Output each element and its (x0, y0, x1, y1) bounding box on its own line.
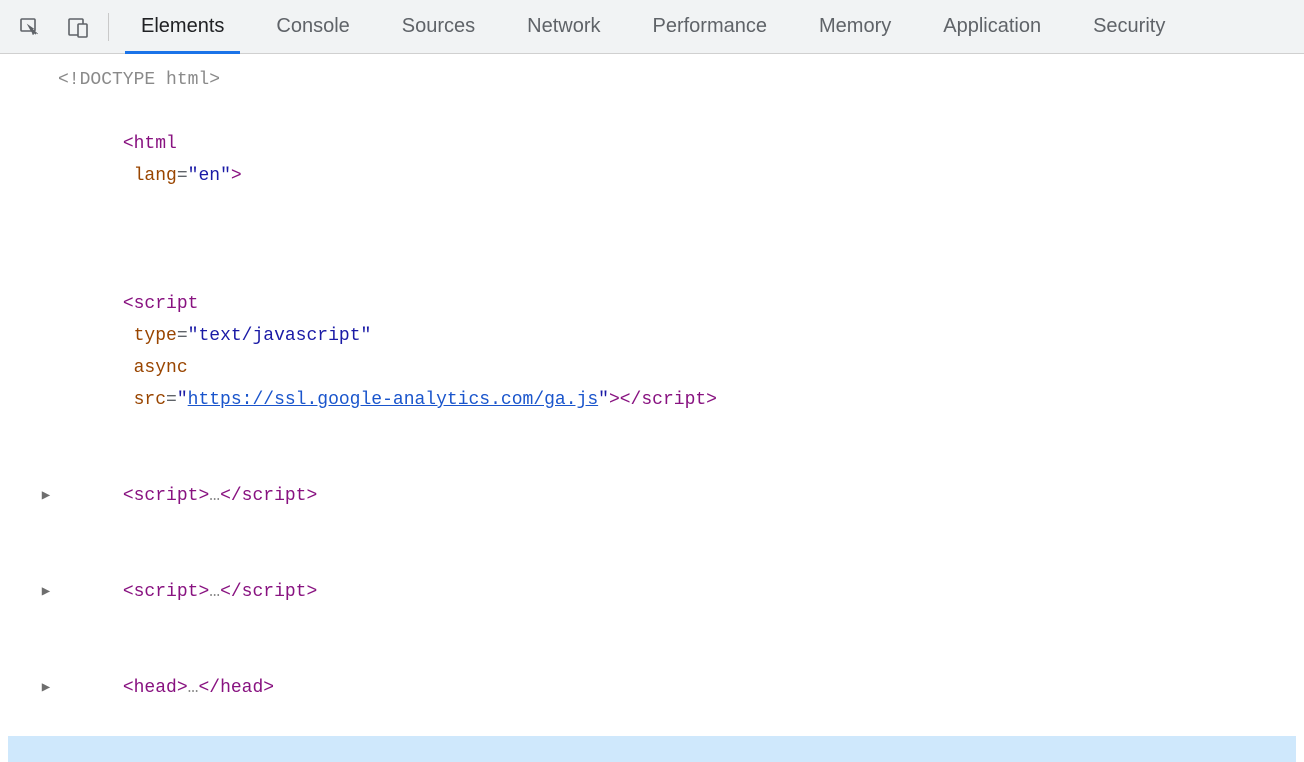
expand-arrow-icon[interactable] (40, 576, 52, 608)
dom-node-head-collapsed[interactable]: <head>…</head> (8, 640, 1296, 736)
tab-console[interactable]: Console (250, 0, 375, 53)
tab-sources[interactable]: Sources (376, 0, 501, 53)
tab-application[interactable]: Application (917, 0, 1067, 53)
elements-dom-tree[interactable]: <!DOCTYPE html> <html lang="en"> <script… (0, 54, 1304, 762)
tab-security[interactable]: Security (1067, 0, 1191, 53)
device-toolbar-icon[interactable] (60, 9, 96, 45)
dom-node-script-collapsed-1[interactable]: <script>…</script> (8, 448, 1296, 544)
tab-network[interactable]: Network (501, 0, 626, 53)
dom-node-doctype[interactable]: <!DOCTYPE html> (8, 64, 1296, 96)
tab-memory[interactable]: Memory (793, 0, 917, 53)
devtools-tabbar: Elements Console Sources Network Perform… (0, 0, 1304, 54)
tab-performance[interactable]: Performance (627, 0, 794, 53)
dom-node-html-open[interactable]: <html lang="en"> (8, 96, 1296, 224)
dom-node-body-open[interactable]: ••• <body data-new-gr-c-s-check-loaded="… (8, 736, 1296, 762)
panel-tabs: Elements Console Sources Network Perform… (115, 0, 1191, 53)
tab-elements[interactable]: Elements (115, 0, 250, 53)
expand-arrow-icon[interactable] (40, 480, 52, 512)
separator (108, 13, 109, 41)
inspect-element-icon[interactable] (12, 9, 48, 45)
dom-node-script-collapsed-2[interactable]: <script>…</script> (8, 544, 1296, 640)
expand-arrow-icon[interactable] (40, 672, 52, 704)
dom-node-script-ga[interactable]: <script type="text/javascript" async src… (8, 224, 1296, 448)
